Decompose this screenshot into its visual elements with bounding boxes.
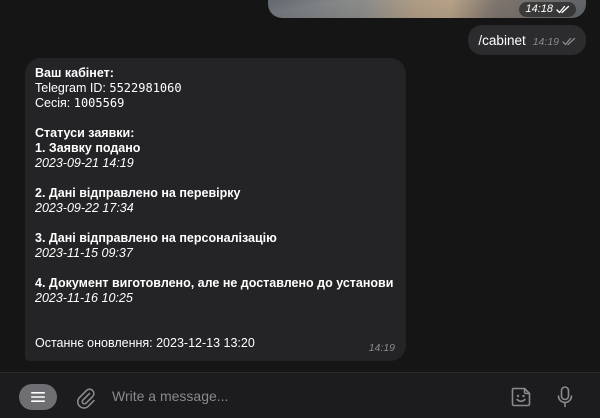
photo-message-time: 14:18: [525, 3, 553, 15]
double-check-icon: [562, 37, 576, 46]
status-date: 2023-11-16 10:25: [35, 291, 133, 305]
status-title: 2. Дані відправлено на перевірку: [35, 186, 241, 200]
session-value[interactable]: 1005569: [74, 96, 125, 110]
telegram-id-value[interactable]: 5522981060: [109, 81, 181, 95]
paperclip-icon: [77, 388, 95, 409]
photo-message-meta: 14:18: [519, 2, 576, 17]
status-title: 3. Дані відправлено на персоналізацію: [35, 231, 277, 245]
message-composer: [0, 372, 600, 418]
status-title: 4. Документ виготовлено, але не доставле…: [35, 276, 394, 290]
menu-icon: [31, 392, 45, 402]
microphone-icon: [557, 386, 573, 408]
outgoing-message-text: /cabinet: [478, 32, 526, 48]
status-title: 1. Заявку подано: [35, 141, 141, 155]
sticker-icon: [511, 387, 531, 407]
statuses-title: Статуси заявки:: [35, 126, 135, 140]
photo-message[interactable]: 14:18: [268, 0, 586, 18]
status-date: 2023-11-15 09:37: [35, 246, 133, 260]
bot-menu-button[interactable]: [19, 384, 57, 410]
session-line: Сесія: 1005569: [35, 96, 400, 111]
telegram-id-label: Telegram ID:: [35, 81, 110, 95]
last-update: Останнє оновлення: 2023-12-13 13:20: [35, 336, 255, 350]
attach-button[interactable]: [72, 383, 98, 411]
status-date: 2023-09-21 14:19: [35, 156, 134, 170]
chat-history: 14:18 /cabinet 14:19 Ваш кабінет: Telegr…: [0, 0, 600, 372]
status-date: 2023-09-22 17:34: [35, 201, 134, 215]
message-input[interactable]: [112, 385, 492, 407]
telegram-id-line: Telegram ID: 5522981060: [35, 81, 400, 96]
voice-message-button[interactable]: [553, 383, 577, 411]
incoming-message-time: 14:19: [368, 342, 395, 354]
incoming-message[interactable]: Ваш кабінет: Telegram ID: 5522981060 Сес…: [25, 58, 406, 361]
outgoing-message[interactable]: /cabinet 14:19: [468, 25, 586, 55]
sticker-button[interactable]: [508, 384, 534, 410]
double-check-icon: [556, 5, 570, 14]
session-label: Сесія:: [35, 96, 74, 110]
outgoing-message-meta: 14:19: [533, 33, 576, 48]
cabinet-header: Ваш кабінет:: [35, 66, 114, 80]
outgoing-message-time: 14:19: [532, 35, 559, 48]
incoming-message-body: Ваш кабінет: Telegram ID: 5522981060 Сес…: [35, 66, 400, 351]
